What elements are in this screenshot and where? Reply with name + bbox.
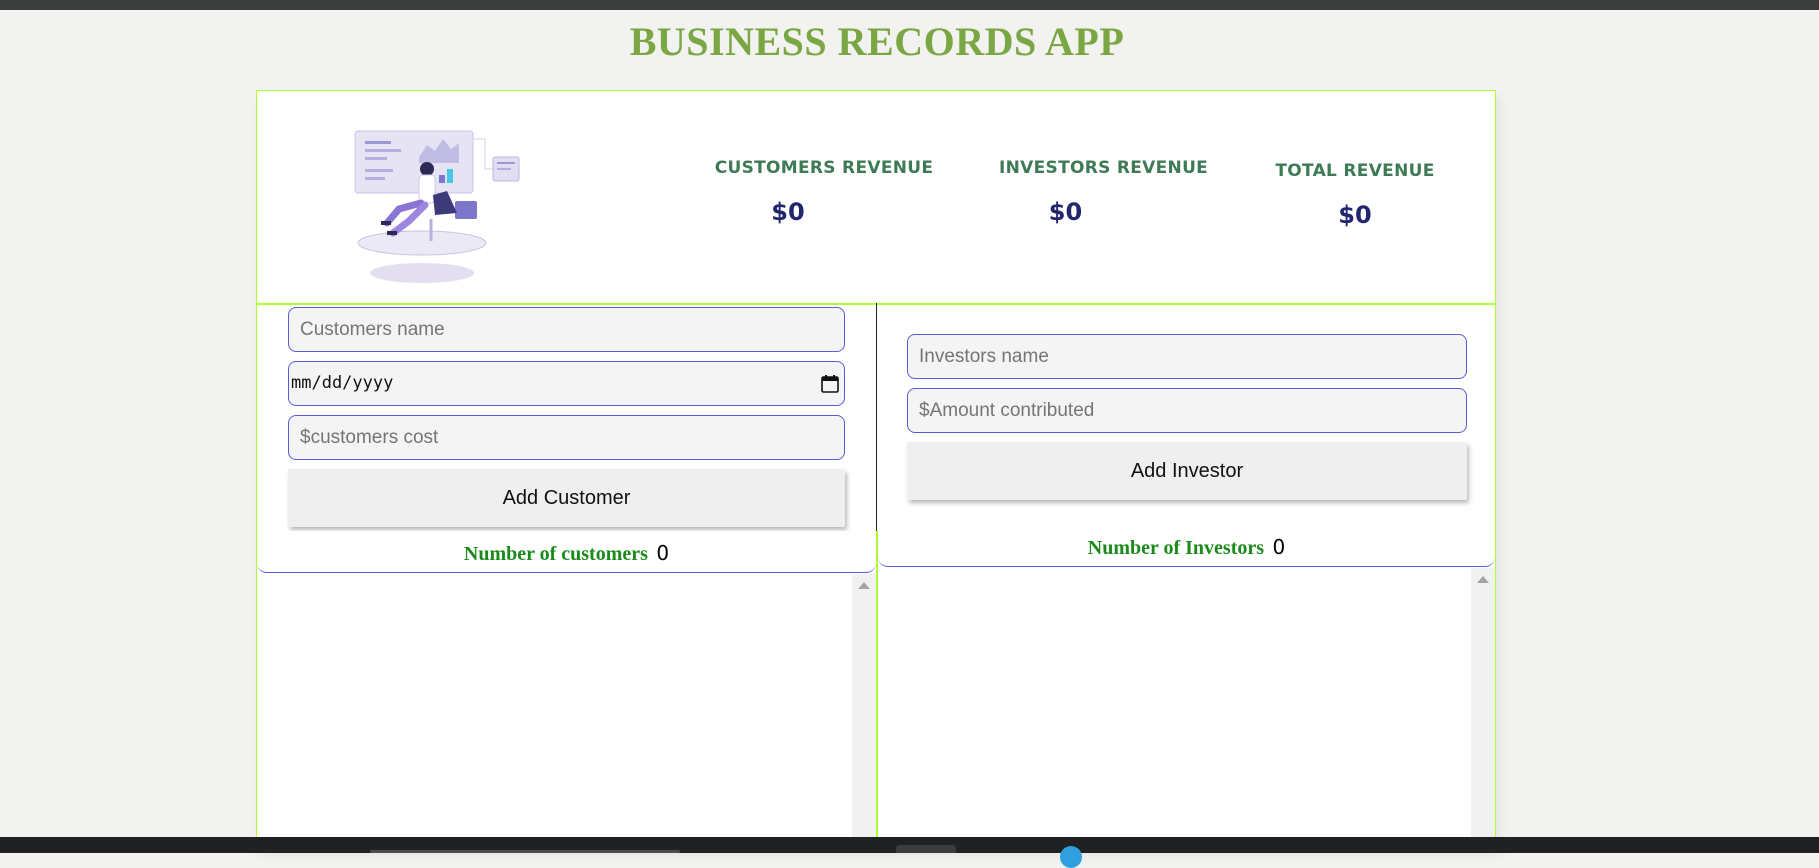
customer-date-input[interactable]: mm/dd/yyyy [288, 361, 845, 406]
total-revenue-label: TOTAL REVENUE [1275, 161, 1435, 181]
taskbar [0, 837, 1819, 868]
investors-list-scrollbar[interactable] [1471, 568, 1495, 851]
add-investor-button[interactable]: Add Investor [907, 442, 1467, 500]
entry-forms: mm/dd/yyyy Add Customer Add Investor [257, 303, 1495, 533]
investor-name-input[interactable] [907, 334, 1467, 379]
investors-count-label: Number of Investors [1087, 537, 1265, 559]
add-customer-button[interactable]: Add Customer [288, 469, 845, 527]
customers-count-value: 0 [656, 541, 670, 565]
investor-amount-input[interactable] [907, 388, 1467, 433]
customers-revenue-label: CUSTOMERS REVENUE [714, 158, 934, 178]
investors-revenue-value: $0 [1048, 198, 1083, 226]
form-divider [876, 303, 877, 531]
customer-cost-input[interactable] [288, 415, 845, 460]
customers-count-label: Number of customers [463, 543, 648, 565]
scroll-up-arrow-icon[interactable] [858, 582, 870, 589]
investors-revenue-label: INVESTORS REVENUE [999, 158, 1209, 178]
taskbar-app-icon[interactable] [896, 845, 956, 853]
customers-revenue-value: $0 [771, 198, 805, 226]
customers-list[interactable] [257, 574, 876, 851]
browser-top-strip [0, 0, 1819, 10]
customers-count-header: Number of customers 0 [257, 531, 876, 573]
total-revenue-value: $0 [1338, 201, 1372, 229]
scroll-up-arrow-icon[interactable] [1477, 576, 1489, 583]
records-card: CUSTOMERS REVENUE $0 INVESTORS REVENUE $… [256, 90, 1496, 851]
taskbar-browser-icon[interactable] [1060, 846, 1082, 868]
revenue-header: CUSTOMERS REVENUE $0 INVESTORS REVENUE $… [257, 91, 1495, 305]
calendar-icon[interactable] [820, 374, 840, 394]
app-title: BUSINESS RECORDS APP [629, 19, 1125, 64]
investors-list[interactable] [878, 568, 1495, 851]
investors-revenue-stat: INVESTORS REVENUE $0 [999, 158, 1209, 226]
customers-list-scrollbar[interactable] [852, 574, 876, 851]
customers-revenue-stat: CUSTOMERS REVENUE $0 [713, 158, 935, 226]
total-revenue-stat: TOTAL REVENUE $0 [1271, 161, 1439, 229]
analyst-illustration [354, 130, 520, 283]
customer-name-input[interactable] [288, 307, 845, 352]
date-format-text: mm/dd/yyyy [291, 373, 394, 393]
investors-count-value: 0 [1272, 535, 1286, 559]
investors-count-header: Number of Investors 0 [878, 531, 1495, 567]
